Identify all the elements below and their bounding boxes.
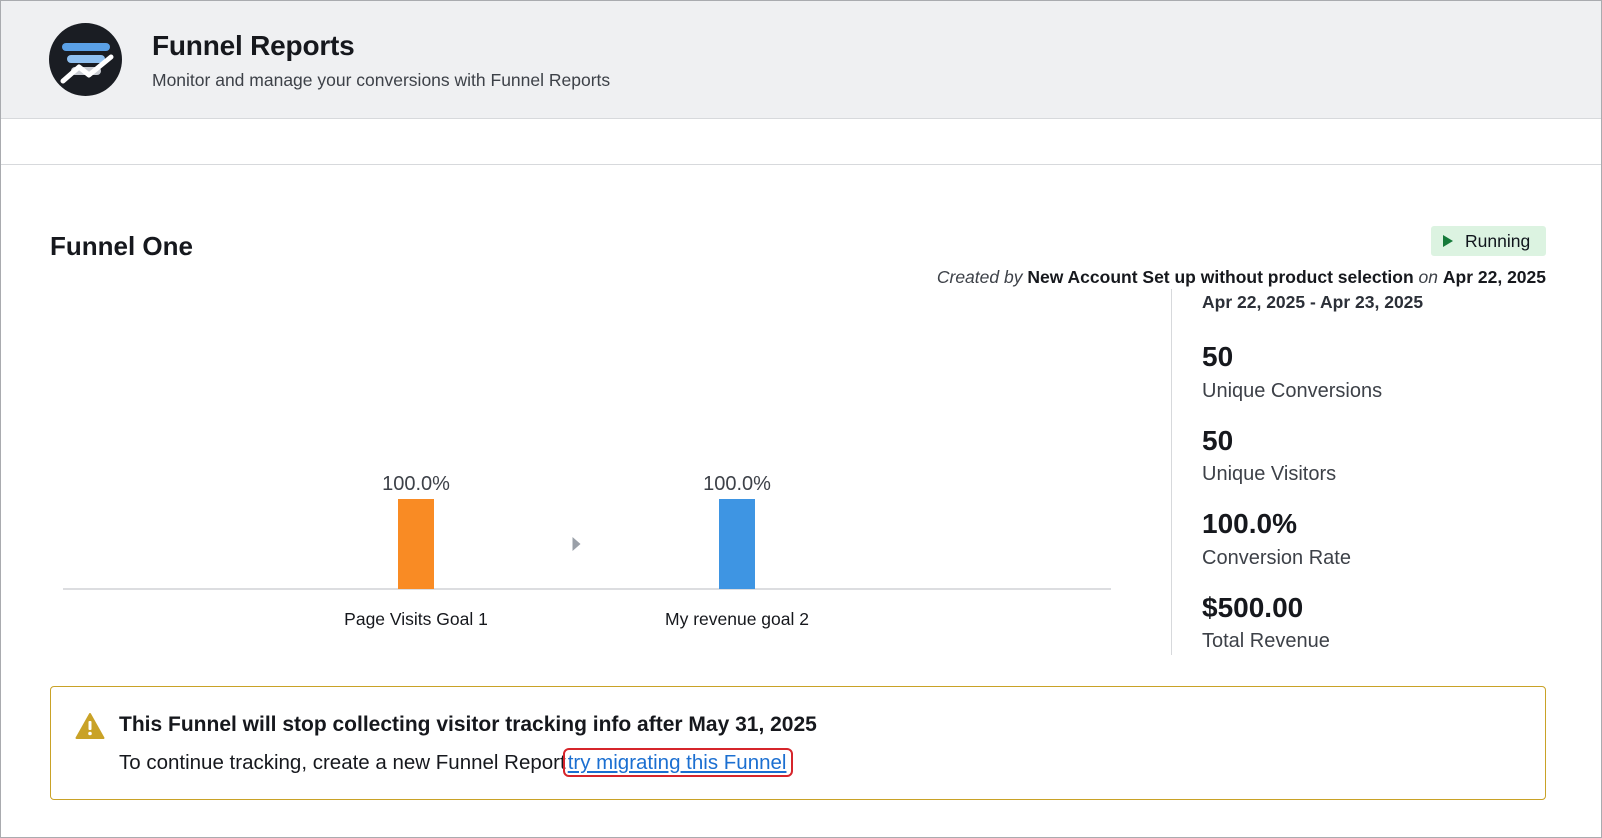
play-icon [1443,235,1453,247]
chart-bar-2 [719,499,755,589]
funnel-name: Funnel One [50,231,193,261]
page: Funnel Reports Monitor and manage your c… [0,0,1602,838]
funnel-bar-chart: 100.0% Page Visits Goal 1 100.0% My revenue… [63,473,1111,629]
stat-label-unique-conversions: Unique Conversions [1202,380,1383,402]
stat-value-unique-conversions: 50 [1202,341,1234,372]
funnel-chart-logo-icon [49,23,122,96]
step-arrow-icon [572,537,581,551]
stat-value-conversion-rate: 100.0% [1202,508,1297,539]
date-range: Apr 22, 2025 - Apr 23, 2025 [1202,292,1424,312]
stat-value-unique-visitors: 50 [1202,425,1234,456]
chart-category-label-1: Page Visits Goal 1 [344,609,488,629]
created-by-line: Created by New Account Set up without pr… [937,267,1546,288]
page-title: Funnel Reports [152,30,355,61]
notice-text: To continue tracking, create a new Funne… [119,748,794,777]
created-date: Apr 22, 2025 [1442,267,1546,287]
status-label: Running [1465,230,1531,251]
page-subtitle: Monitor and manage your conversions with… [152,70,611,90]
toolbar-band [1,119,1601,165]
chart-data-label-1: 100.0% [382,473,450,495]
stat-label-unique-visitors: Unique Visitors [1202,463,1337,485]
stat-value-total-revenue: $500.00 [1202,592,1304,623]
stats-divider [1171,289,1172,655]
created-prefix: Created by [936,267,1023,287]
warning-triangle-icon [75,713,105,739]
migrate-funnel-link[interactable]: try migrating this Funnel [562,748,794,777]
chart-category-label-2: My revenue goal 2 [665,609,809,629]
notice-body: To continue tracking, create a new Funne… [119,751,566,774]
tracking-warning-notice: This Funnel will stop collecting visitor… [50,686,1546,800]
notice-title: This Funnel will stop collecting visitor… [119,713,817,736]
chart-data-label-2: 100.0% [703,473,771,495]
created-on-word: on [1418,267,1438,287]
created-by-name: New Account Set up without product selec… [1027,267,1414,287]
chart-bar-1 [398,499,434,589]
page-header: Funnel Reports Monitor and manage your c… [1,1,1601,119]
stat-label-total-revenue: Total Revenue [1202,630,1330,652]
stat-label-conversion-rate: Conversion Rate [1202,547,1351,569]
status-badge: Running [1431,226,1546,256]
